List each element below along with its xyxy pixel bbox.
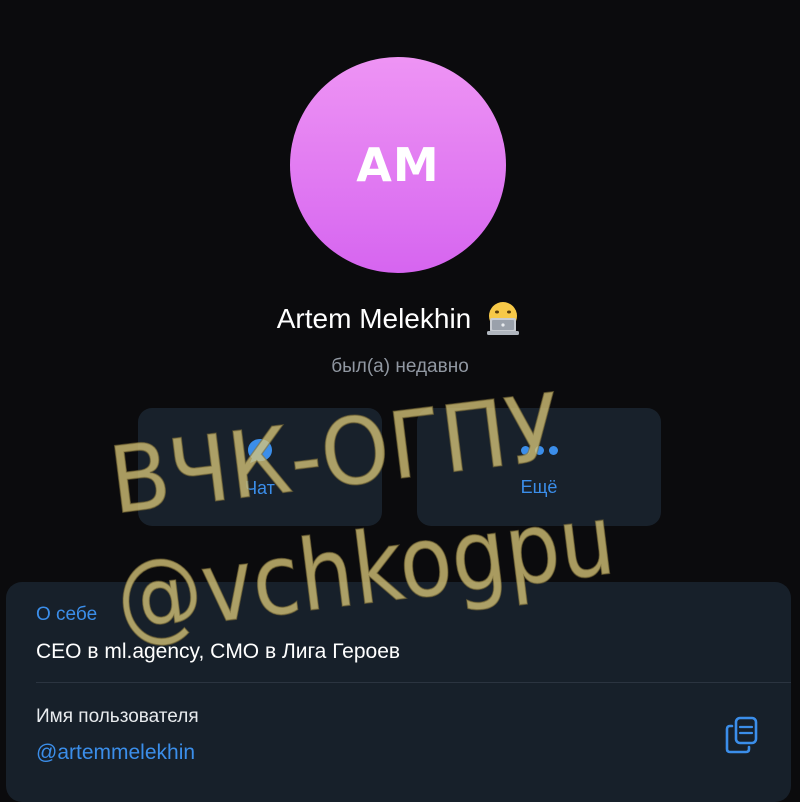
username-label: Имя пользователя xyxy=(36,706,199,727)
about-text: CEO в ml.agency, CMO в Лига Героев xyxy=(36,640,401,663)
profile-name: Artem Melekhin xyxy=(276,303,472,334)
last-seen-status: был(а) недавно xyxy=(331,356,469,377)
copy-icon[interactable] xyxy=(722,714,762,756)
profile-name-row: Artem Melekhin xyxy=(0,296,800,342)
profile-info-card: О себе CEO в ml.agency, CMO в Лига Герое… xyxy=(6,582,791,802)
more-button[interactable]: Ещё xyxy=(417,408,661,526)
more-button-label: Ещё xyxy=(520,476,558,497)
avatar[interactable]: AM xyxy=(290,57,506,273)
divider xyxy=(36,682,791,683)
chat-button-label: Чат xyxy=(245,477,275,498)
username-link[interactable]: @artemmelekhin xyxy=(36,741,195,765)
face-with-laptop-emoji-icon xyxy=(487,302,520,335)
avatar-initials: AM xyxy=(356,138,440,192)
chat-bubble-icon xyxy=(248,438,272,463)
chat-button[interactable]: Чат xyxy=(138,408,382,526)
about-label: О себе xyxy=(36,604,98,625)
more-dots-icon xyxy=(520,437,558,465)
